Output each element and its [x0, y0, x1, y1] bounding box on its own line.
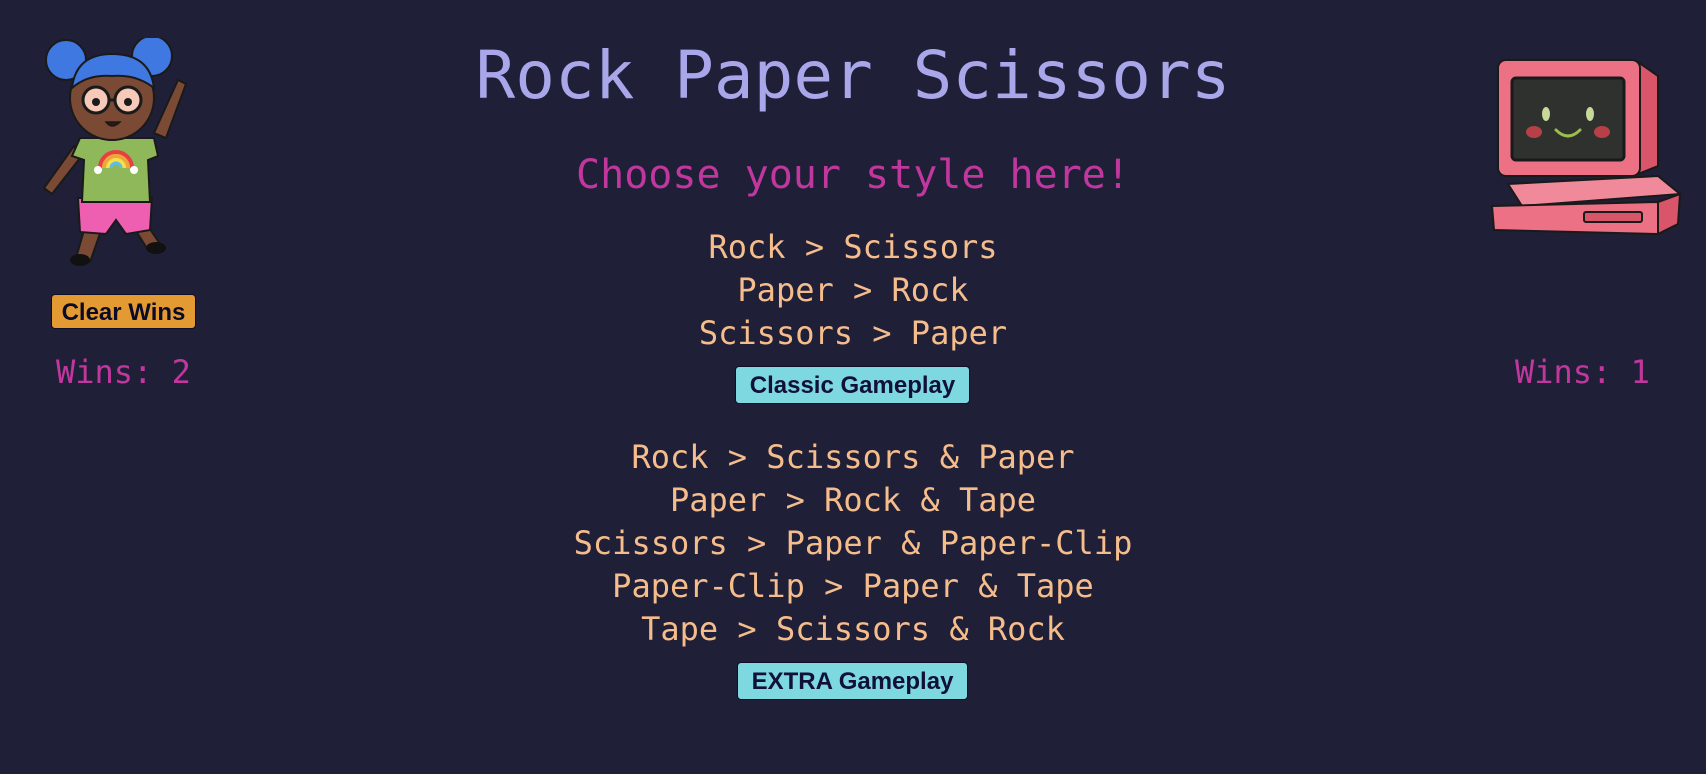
rule-line: Paper-Clip > Paper & Tape: [612, 567, 1094, 605]
rule-line: Scissors > Paper: [698, 314, 1008, 352]
human-wins-count: Wins: 2: [56, 353, 191, 391]
classic-gameplay-button[interactable]: Classic Gameplay: [735, 366, 970, 404]
rule-line: Paper > Rock: [737, 271, 969, 309]
rule-line: Scissors > Paper & Paper-Clip: [573, 524, 1133, 562]
game-page: Clear Wins Wins: 2 Wins: 1 Rock Paper Sc…: [0, 0, 1706, 774]
rule-line: Paper > Rock & Tape: [669, 481, 1037, 519]
page-title: Rock Paper Scissors: [475, 37, 1231, 114]
rule-line: Tape > Scissors & Rock: [641, 610, 1065, 648]
computer-wins-count: Wins: 1: [1515, 353, 1650, 391]
classic-rules-list: Rock > Scissors Paper > Rock Scissors > …: [0, 226, 1706, 355]
page-subtitle: Choose your style here!: [576, 152, 1130, 198]
rule-line: Rock > Scissors: [708, 228, 998, 266]
extra-gameplay-button[interactable]: EXTRA Gameplay: [737, 662, 968, 700]
rule-line: Rock > Scissors & Paper: [631, 438, 1075, 476]
extra-rules-list: Rock > Scissors & Paper Paper > Rock & T…: [0, 436, 1706, 651]
